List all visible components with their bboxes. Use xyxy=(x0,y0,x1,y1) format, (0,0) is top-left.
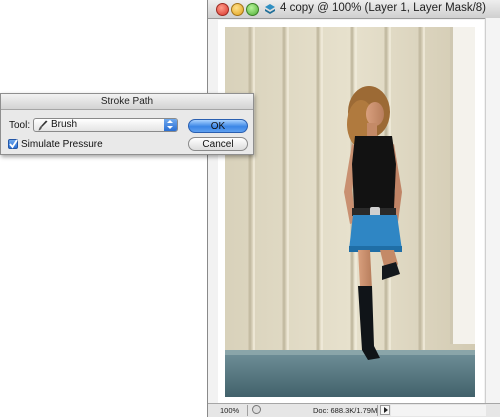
document-title: 4 copy @ 100% (Layer 1, Layer Mask/8) xyxy=(280,2,486,14)
ok-button[interactable]: OK xyxy=(188,119,248,133)
tool-select[interactable]: Brush xyxy=(33,118,178,132)
document-size: Doc: 688.3K/1.79M xyxy=(313,406,378,415)
tool-value: Brush xyxy=(51,119,78,130)
chevron-updown-icon xyxy=(164,119,177,131)
maximize-icon[interactable] xyxy=(246,3,259,16)
vertical-scrollbar[interactable] xyxy=(485,18,500,404)
checkmark-icon xyxy=(9,139,18,149)
document-window: 4 copy @ 100% (Layer 1, Layer Mask/8) 10… xyxy=(207,0,500,417)
brush-icon xyxy=(38,120,48,131)
canvas[interactable] xyxy=(218,20,484,403)
simulate-pressure-checkbox[interactable] xyxy=(8,139,18,149)
close-icon[interactable] xyxy=(216,3,229,16)
status-divider xyxy=(247,405,248,416)
stroke-path-dialog: Stroke Path Tool: Brush Simulate Pressur… xyxy=(0,93,254,155)
tool-label: Tool: xyxy=(9,120,31,131)
status-bar: 100% Doc: 688.3K/1.79M xyxy=(208,403,500,417)
minimize-icon[interactable] xyxy=(231,3,244,16)
photo-image xyxy=(222,24,478,400)
zoom-level[interactable]: 100% xyxy=(220,406,239,415)
document-icon xyxy=(265,4,275,14)
status-divider xyxy=(377,405,378,416)
document-titlebar[interactable]: 4 copy @ 100% (Layer 1, Layer Mask/8) xyxy=(208,0,500,19)
horizontal-scrollbar[interactable] xyxy=(391,405,486,416)
cancel-button[interactable]: Cancel xyxy=(188,137,248,151)
simulate-pressure-label[interactable]: Simulate Pressure xyxy=(21,139,103,150)
dialog-title[interactable]: Stroke Path xyxy=(1,94,253,110)
arrow-right-icon[interactable] xyxy=(380,405,390,415)
info-icon[interactable] xyxy=(252,405,261,414)
